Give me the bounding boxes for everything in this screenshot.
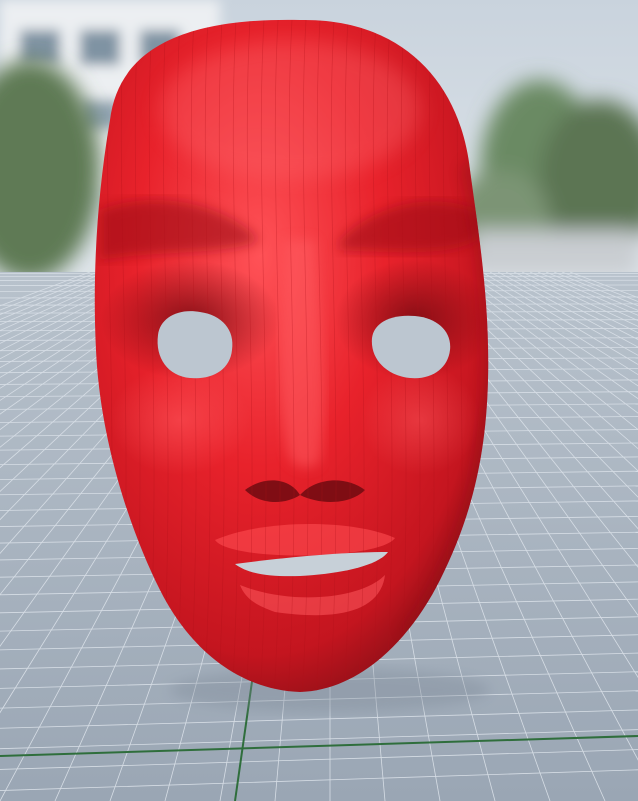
scene-canvas	[0, 0, 638, 801]
left-eye-hole	[157, 311, 233, 379]
viewport	[0, 0, 638, 801]
